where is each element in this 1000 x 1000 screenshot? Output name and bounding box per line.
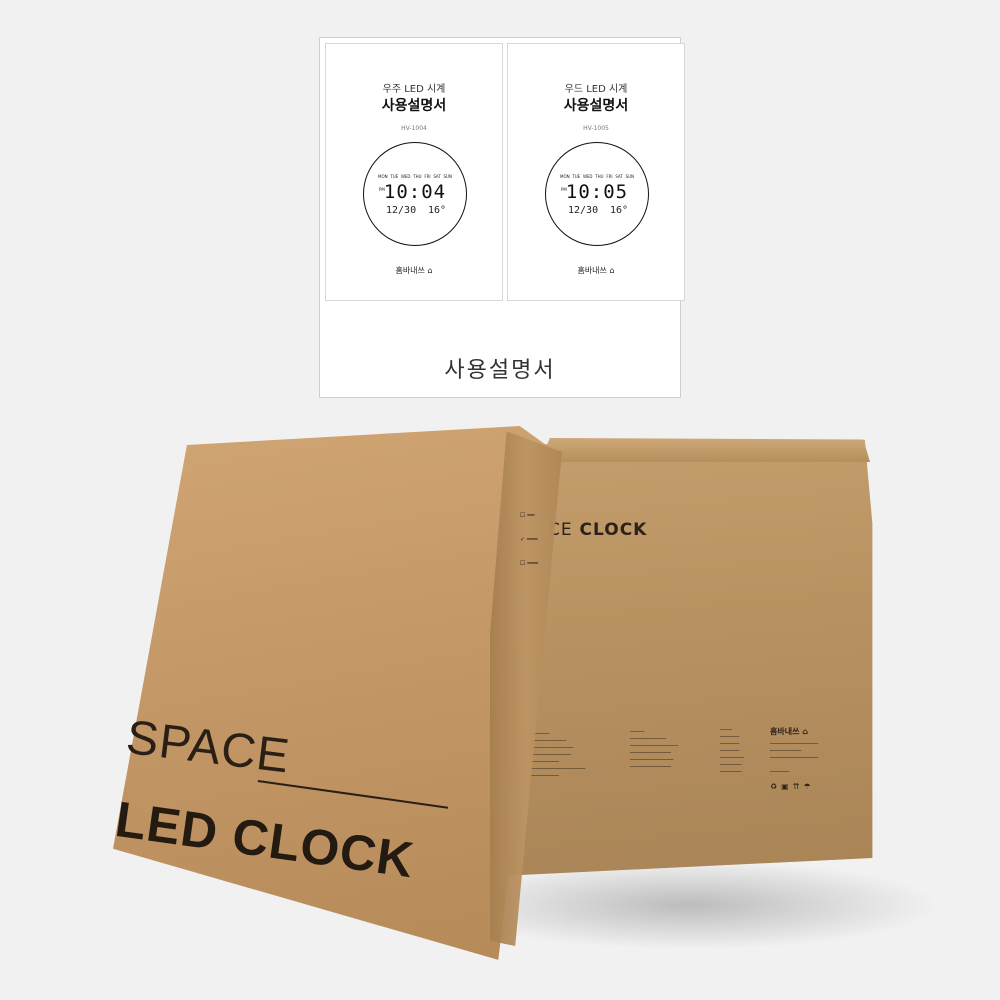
weekday-label: THU <box>413 174 422 179</box>
recycle-icon: ♻ <box>770 782 782 791</box>
model-number: HV-1005 <box>583 125 609 132</box>
brand-logo: 홈바내쓰 ⌂ <box>326 265 502 276</box>
manual-sheet: 우주 LED 시계 사용설명서 HV-1004 MON TUE WED THU … <box>319 37 685 398</box>
brand-name: 홈바내쓰 <box>770 727 800 736</box>
weekday-label: WED <box>400 174 411 179</box>
manual-title: 사용설명서 <box>563 98 629 114</box>
clock-temperature: 16° <box>609 205 628 216</box>
weekday-label: TUE <box>390 174 399 179</box>
manual-subtitle: 우주 LED 시계 <box>382 84 446 95</box>
model-number: HV-1004 <box>401 125 427 132</box>
this-side-up-icon: ⇈ <box>792 782 804 791</box>
manual-subtitle: 우드 LED 시계 <box>564 84 628 95</box>
back-box <box>500 440 873 876</box>
weekday-label: SAT <box>615 174 623 179</box>
back-box-title: CE CLOCK <box>548 520 647 540</box>
clock-face: MON TUE WED THU FRI SAT SUN PM 10:04 12/… <box>363 142 467 246</box>
manual-card-hv1004: 우주 LED 시계 사용설명서 HV-1004 MON TUE WED THU … <box>325 43 503 301</box>
back-box-flap <box>540 438 870 462</box>
back-box-spec-block: ━━━━━━━━━━━━━━━━━━━━━━━━━━━━━━━━━━━━━━━━… <box>720 727 745 774</box>
clock-date: 12/30 <box>386 205 417 216</box>
weekday-label: FRI <box>424 174 431 179</box>
weekday-label: THU <box>595 174 604 179</box>
weekday-label: MON <box>560 174 570 179</box>
manual-card-hv1005: 우드 LED 시계 사용설명서 HV-1005 MON TUE WED THU … <box>507 43 685 301</box>
clock-time: 10:05 <box>565 181 629 203</box>
back-box-contact-block: ━━━━━━━━━━━━━━━━━━━━ ━━━━━━━━━━━━━ ━━━━━━━… <box>770 741 819 774</box>
weekday-row: MON TUE WED THU FRI SAT SUN <box>378 174 452 179</box>
weekday-label: TUE <box>572 174 581 179</box>
house-icon: ⌂ <box>427 266 433 275</box>
weekday-row: MON TUE WED THU FRI SAT SUN <box>560 174 634 179</box>
weekday-label: MON <box>378 174 388 179</box>
clock-face: MON TUE WED THU FRI SAT SUN PM 10:05 12/… <box>545 142 649 246</box>
clock-time: 10:04 <box>383 181 447 203</box>
house-icon: ⌂ <box>609 266 615 275</box>
back-box-brand: 홈바내쓰 ⌂ <box>770 726 808 737</box>
back-title-bold: CLOCK <box>579 520 648 540</box>
keep-dry-icon: ☂ <box>803 782 815 791</box>
weekday-label: FRI <box>606 174 613 179</box>
weekday-label: SAT <box>433 174 441 179</box>
back-box-spec-block: ━━━━━━━━━━━━━━━━━━━━━━━━━━━━━━━━━━━━━━━━… <box>530 731 586 778</box>
manual-title: 사용설명서 <box>381 98 447 114</box>
clock-temperature: 16° <box>427 205 446 216</box>
back-box-spec-block: ━━━━━━━━━━━━━━━━━━━━━━━━━━━━━━━━━━━━━━━━… <box>630 729 679 769</box>
weekday-label: WED <box>582 174 593 179</box>
house-icon: ⌂ <box>802 727 808 736</box>
weekday-label: SUN <box>625 174 634 179</box>
weekday-label: SUN <box>443 174 452 179</box>
fragile-icon: ▣ <box>781 782 793 791</box>
side-checkbox-list: ☐ ━━ ✓ ━━━ ☐ ━━━ <box>520 512 539 567</box>
manual-caption: 사용설명서 <box>444 358 556 383</box>
clock-date: 12/30 <box>568 205 599 216</box>
brand-logo: 홈바내쓰 ⌂ <box>508 265 684 276</box>
handling-icons: ♻▣⇈☂ <box>770 782 815 791</box>
brand-name: 홈바내쓰 <box>395 266 425 275</box>
brand-name: 홈바내쓰 <box>577 266 607 275</box>
